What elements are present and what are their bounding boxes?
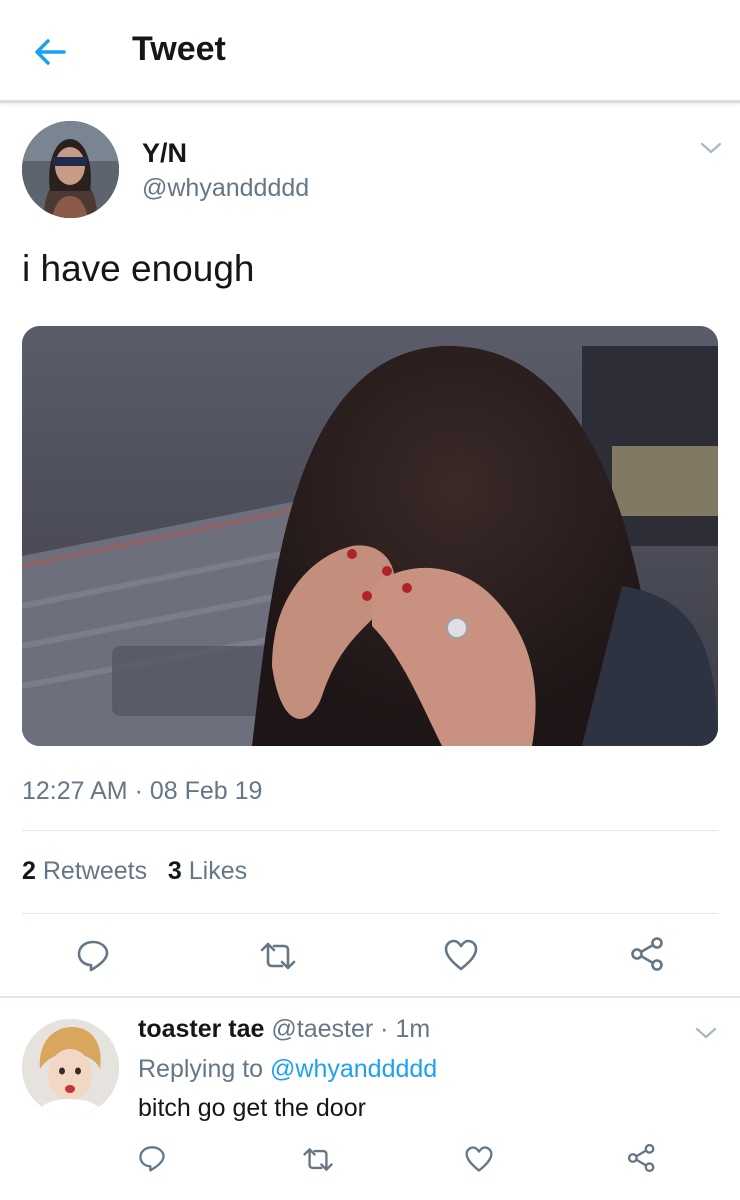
- chevron-down-icon: [700, 142, 722, 154]
- reply-reply-button[interactable]: [138, 1144, 166, 1177]
- avatar-image: [22, 1019, 119, 1116]
- reply-share-button[interactable]: [627, 1143, 657, 1178]
- reply-icon: [139, 1146, 165, 1172]
- retweets-label: Retweets: [42, 857, 148, 885]
- media-photo: [22, 326, 718, 746]
- reply-age: 1m: [395, 1015, 431, 1043]
- arrow-left-icon: [35, 39, 66, 65]
- likes-label: Likes: [188, 857, 248, 885]
- retweets-count: 2: [22, 857, 36, 885]
- tweet-text: i have enough: [22, 248, 255, 289]
- replying-to: Replying to @whyanddddd: [138, 1055, 437, 1084]
- top-app-bar: Tweet: [0, 0, 740, 103]
- replying-to-handle-link[interactable]: @whyanddddd: [270, 1055, 437, 1083]
- author-avatar[interactable]: [22, 121, 119, 218]
- heart-icon: [444, 939, 478, 971]
- author-display-name[interactable]: Y/N: [142, 138, 187, 169]
- share-icon: [627, 1143, 655, 1173]
- tweet-media-image[interactable]: [22, 326, 718, 746]
- reply-retweet-button[interactable]: [301, 1146, 335, 1178]
- reply-text: bitch go get the door: [138, 1094, 366, 1122]
- reply-button[interactable]: [76, 938, 110, 977]
- like-button[interactable]: [443, 938, 479, 977]
- reply-icon: [77, 940, 109, 972]
- back-button[interactable]: [30, 32, 70, 72]
- tweet-timestamp: 12:27 AM · 08 Feb 19: [22, 777, 263, 805]
- divider: [22, 913, 718, 914]
- reply-handle[interactable]: @taester: [271, 1015, 373, 1043]
- chevron-down-icon: [695, 1027, 717, 1039]
- reply-author-avatar[interactable]: [22, 1019, 119, 1116]
- avatar-image: [22, 121, 119, 218]
- retweet-icon: [260, 942, 296, 970]
- reply-like-button[interactable]: [464, 1145, 494, 1178]
- likes-count: 3: [167, 857, 182, 885]
- retweet-icon: [303, 1148, 333, 1171]
- author-handle[interactable]: @whyanddddd: [142, 174, 309, 203]
- share-icon: [631, 937, 663, 971]
- reply-header: toaster tae @taester · 1m: [138, 1015, 430, 1044]
- retweet-button[interactable]: [258, 940, 298, 977]
- section-divider: [0, 996, 740, 998]
- share-button[interactable]: [630, 936, 666, 977]
- reply-options-button[interactable]: [694, 1025, 718, 1041]
- reply-separator: ·: [380, 1015, 389, 1043]
- tweet-options-button[interactable]: [699, 140, 723, 156]
- heart-icon: [465, 1146, 493, 1172]
- retweets-stat[interactable]: 2 Retweets: [22, 857, 147, 885]
- page-title: Tweet: [132, 30, 226, 68]
- divider: [22, 830, 718, 831]
- replying-to-prefix: Replying to: [138, 1055, 264, 1083]
- likes-stat[interactable]: 3 Likes: [168, 857, 247, 885]
- reply-display-name[interactable]: toaster tae: [138, 1015, 264, 1043]
- tweet-stats: 2 Retweets 3 Likes: [22, 857, 247, 886]
